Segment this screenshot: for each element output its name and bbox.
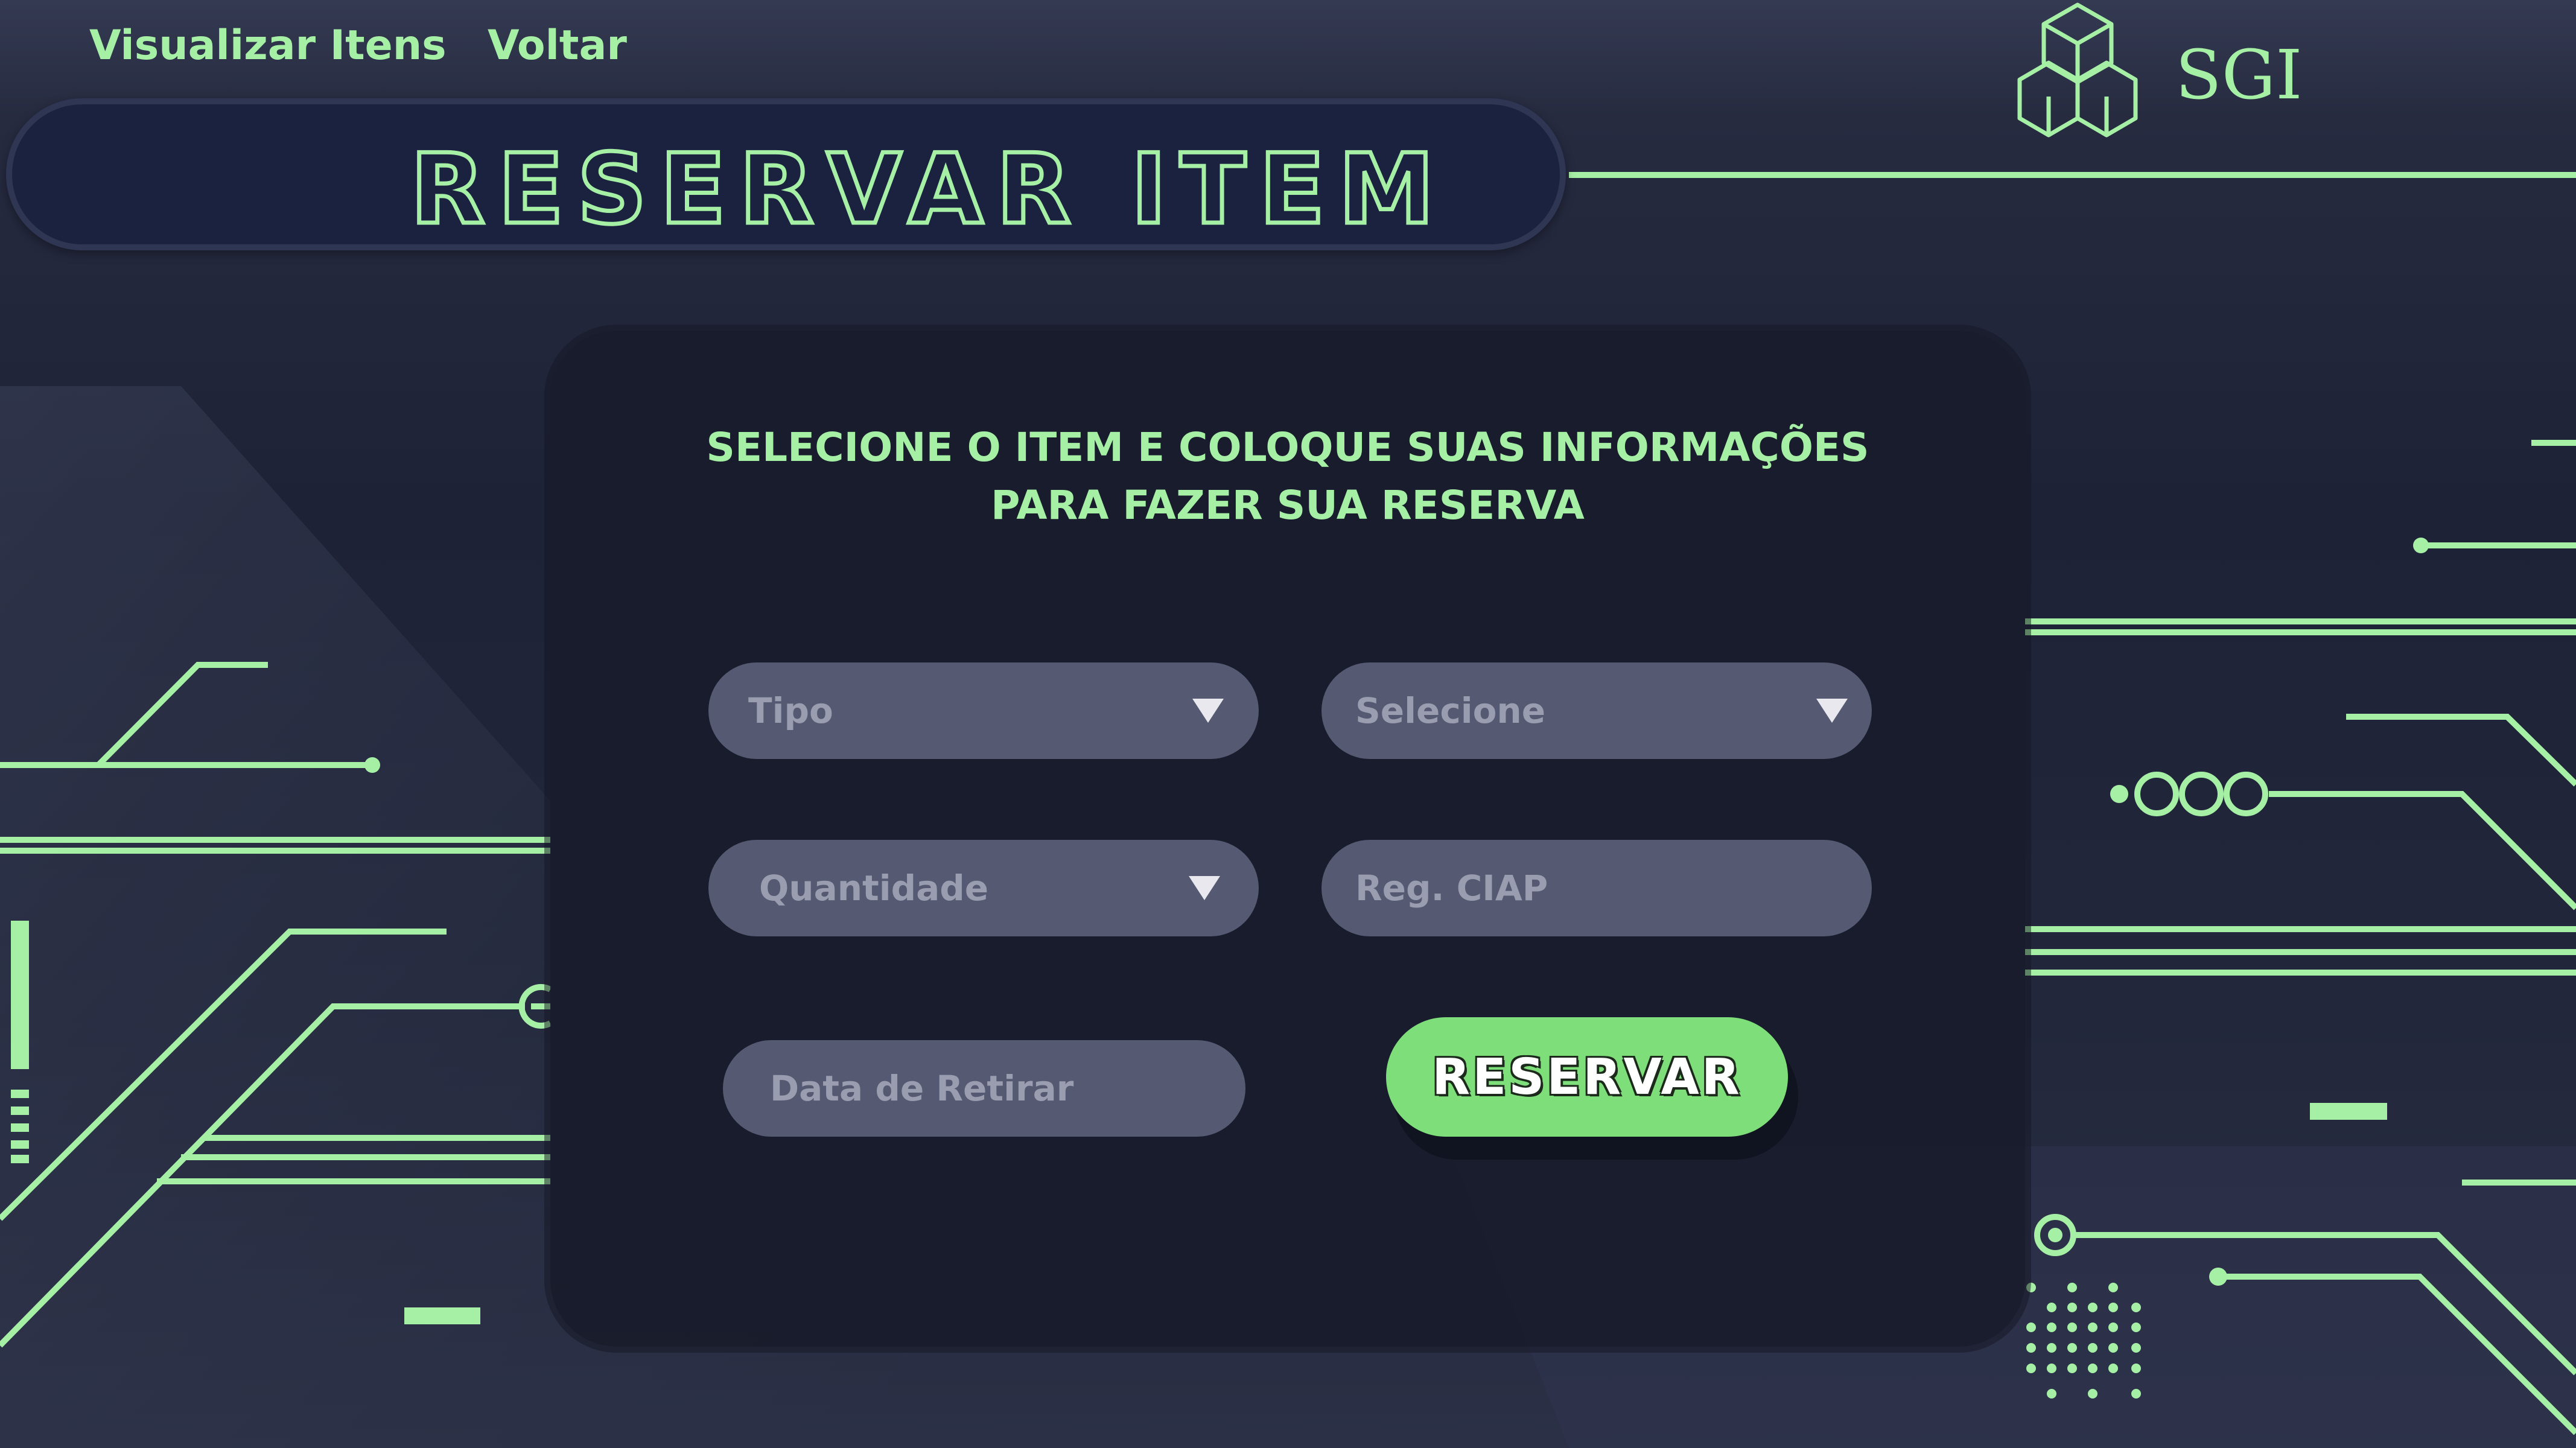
page-title: RESERVAR ITEM [408,131,1448,248]
type-select-label: Tipo [748,690,833,731]
type-select[interactable]: Tipo [708,662,1259,759]
quantity-select[interactable]: Quantidade [708,840,1259,936]
pickup-date-placeholder: Data de Retirar [770,1068,1074,1109]
reserve-button-label: RESERVAR [1432,1048,1742,1106]
item-select[interactable]: Selecione [1321,662,1872,759]
dropdown-arrow-icon [1189,876,1220,900]
logo-text: SGI [2175,36,2303,115]
dropdown-arrow-icon [1192,699,1224,723]
ciap-input[interactable]: Reg. CIAP [1321,840,1872,936]
reserve-button[interactable]: RESERVAR [1386,1017,1788,1137]
ciap-input-placeholder: Reg. CIAP [1355,868,1548,909]
form-heading-line2: PARA FAZER SUA RESERVA [991,482,1585,529]
item-select-label: Selecione [1355,690,1546,731]
nav-view-items-link[interactable]: Visualizar Itens [89,22,447,69]
pickup-date-input[interactable]: Data de Retirar [723,1040,1245,1137]
quantity-select-label: Quantidade [759,868,989,909]
hexagon-cubes-icon [2017,2,2138,138]
dropdown-arrow-icon [1816,699,1848,723]
nav-back-link[interactable]: Voltar [488,22,627,69]
form-heading-line1: SELECIONE O ITEM E COLOQUE SUAS INFORMAÇ… [706,424,1869,471]
